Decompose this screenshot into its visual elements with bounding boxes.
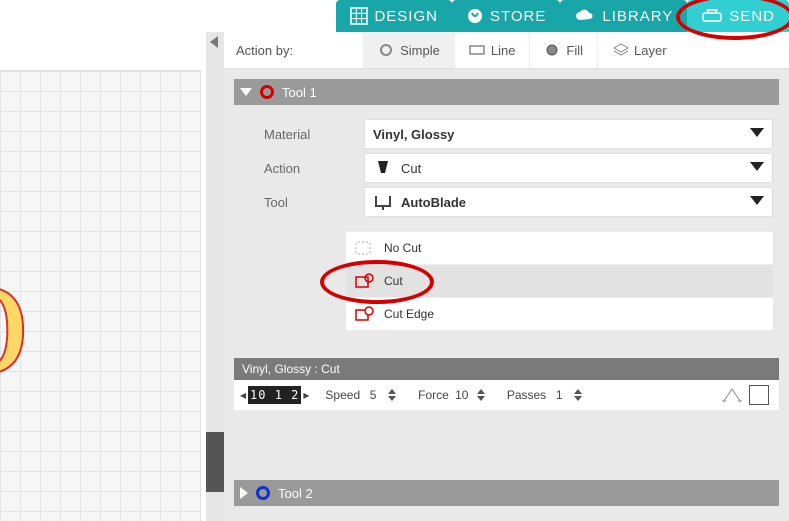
tab-design-label: DESIGN [374,8,438,25]
tool1-header[interactable]: Tool 1 [234,79,779,105]
force-label: Force [418,388,449,402]
chevron-down-icon [750,162,764,171]
strip-left-arrow[interactable]: ◂ [240,388,246,402]
fill-icon [544,42,560,58]
overcut-icon[interactable] [721,386,743,404]
cloud-icon [574,8,596,24]
cut-edge-icon [354,305,376,323]
tab-store-label: STORE [490,8,546,25]
chevron-down-icon [750,128,764,137]
action-by-line-label: Line [491,43,516,58]
canvas-grid [0,71,200,521]
cut-option-cut-edge[interactable]: Cut Edge [346,297,773,330]
action-by-label: Action by: [236,43,293,58]
material-label: Material [240,127,364,142]
line-icon [469,42,485,58]
cut-option-no-cut[interactable]: No Cut [346,231,773,264]
material-dropdown[interactable]: Vinyl, Glossy [364,119,773,149]
circle-icon [378,42,394,58]
collapse-icon [210,36,218,48]
design-canvas[interactable]: o [0,70,201,521]
speed-label: Speed [325,388,360,402]
force-value[interactable]: 10 [449,388,475,402]
action-dropdown[interactable]: Cut [364,153,773,183]
tab-library-label: LIBRARY [602,8,673,25]
action-by-line[interactable]: Line [454,32,530,68]
passes-value[interactable]: 1 [546,388,572,402]
grid-icon [350,7,368,25]
chevron-down-icon [750,196,764,205]
blade-icon [373,158,393,178]
line-segment-icon[interactable] [749,385,769,405]
material-value: Vinyl, Glossy [373,127,454,142]
tab-store[interactable]: STORE [452,0,560,32]
tab-send[interactable]: SEND [687,0,789,32]
tool-dropdown[interactable]: AutoBlade [364,187,773,217]
tab-send-label: SEND [729,8,775,25]
speed-value[interactable]: 5 [360,388,386,402]
passes-label: Passes [507,388,546,402]
send-panel: Action by: Simple Line Fill Layer Tool 1… [224,32,789,521]
cut-label: Cut [384,274,403,288]
speed-stepper[interactable] [388,389,396,401]
chevron-down-icon [240,88,252,96]
chevron-right-icon [240,487,248,499]
tool1-title: Tool 1 [282,85,317,100]
action-by-layer[interactable]: Layer [597,32,681,68]
no-cut-icon [354,239,376,257]
strip-right-arrow[interactable]: ▸ [303,388,309,402]
passes-stepper[interactable] [574,389,582,401]
cut-option-cut[interactable]: Cut [346,264,773,297]
send-icon [701,8,723,24]
layer-icon [612,42,628,58]
cut-edge-label: Cut Edge [384,307,434,321]
tool2-title: Tool 2 [278,486,313,501]
panel-splitter[interactable] [206,32,224,521]
cut-options-list: No Cut Cut Cut Edge [346,231,773,330]
action-label: Action [240,161,364,176]
action-by-fill-label: Fill [566,43,583,58]
cut-settings-strip: ◂ 10 1 2 ▸ Speed 5 Force 10 Passes 1 [234,380,779,410]
tab-design[interactable]: DESIGN [336,0,452,32]
cut-icon [354,272,376,290]
force-stepper[interactable] [477,389,485,401]
tool-value: AutoBlade [401,195,466,210]
blade-depth-display: 10 1 2 [248,386,301,404]
store-icon [466,7,484,25]
tab-library[interactable]: LIBRARY [560,0,687,32]
action-by-simple-label: Simple [400,43,440,58]
action-by-bar: Action by: Simple Line Fill Layer [224,32,789,69]
action-by-layer-label: Layer [634,43,667,58]
tool1-color-swatch [260,85,274,99]
canvas-artwork: o [0,231,30,393]
splitter-handle[interactable] [206,432,224,492]
cut-settings-header: Vinyl, Glossy : Cut [234,358,779,380]
action-by-simple[interactable]: Simple [363,32,454,68]
tool2-header[interactable]: Tool 2 [234,480,779,506]
autoblade-icon [373,192,393,212]
action-value: Cut [401,161,421,176]
action-by-fill[interactable]: Fill [529,32,597,68]
tool-label: Tool [240,195,364,210]
tool1-body: Material Vinyl, Glossy Action Cut Tool A… [234,105,779,344]
tool2-color-swatch [256,486,270,500]
no-cut-label: No Cut [384,241,421,255]
